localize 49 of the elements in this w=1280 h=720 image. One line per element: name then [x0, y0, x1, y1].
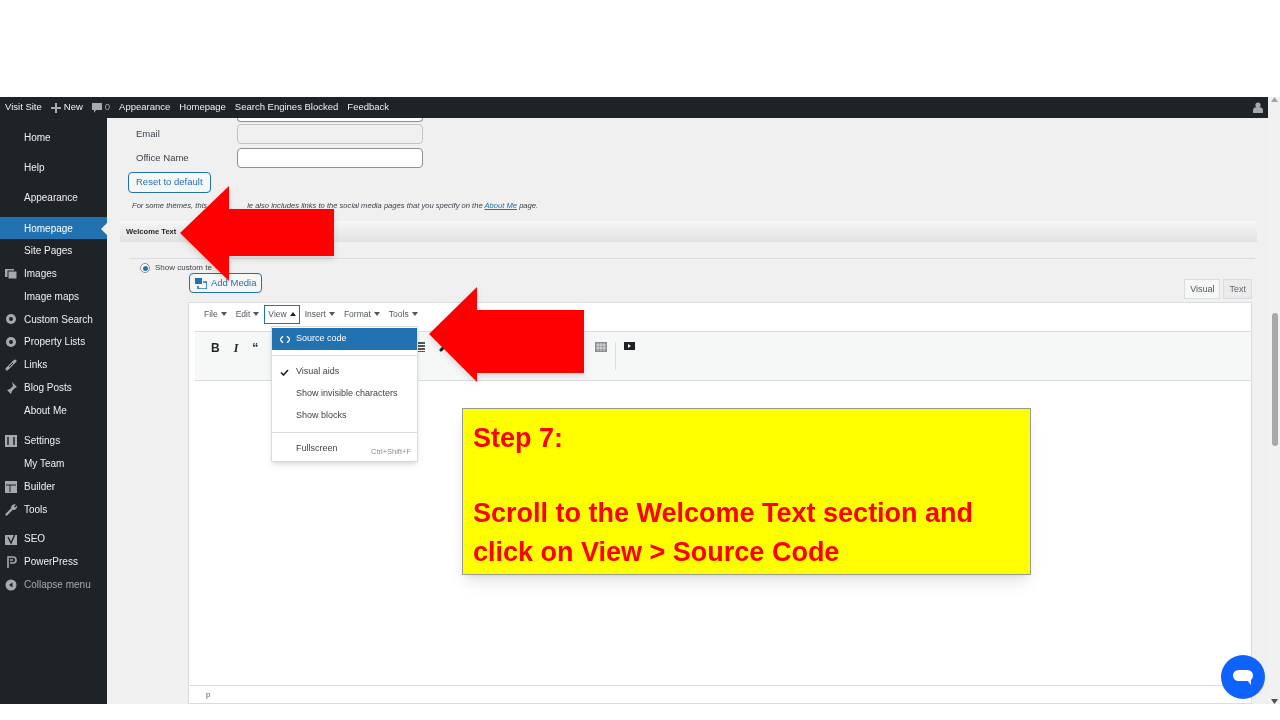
menu-button[interactable]: View — [264, 304, 300, 324]
sidebar-item[interactable]: Property Lists — [0, 330, 107, 353]
admin-bar-link[interactable]: Homepage — [179, 100, 226, 115]
collapse-menu-button[interactable]: Collapse menu — [0, 573, 107, 596]
sidebar-item[interactable]: Custom Search — [0, 308, 107, 330]
field-label: Office Name — [136, 150, 190, 165]
menu-button[interactable]: Format — [339, 304, 384, 324]
sidebar-item[interactable]: Links — [0, 353, 107, 376]
comment-count[interactable]: 0 — [104, 100, 111, 115]
menu-item[interactable]: Show blocks — [272, 405, 417, 427]
reset-button[interactable]: Reset to default — [128, 172, 211, 193]
sidebar-item[interactable]: Blog Posts — [0, 376, 107, 399]
element-path: p — [206, 688, 211, 701]
menu-item[interactable]: Source code — [272, 328, 417, 350]
menu-button[interactable]: File — [200, 304, 231, 324]
menu-button[interactable]: Tools — [384, 304, 422, 324]
admin-bar-link[interactable]: Visit Site — [5, 100, 42, 115]
editor-tab[interactable]: Text — [1223, 279, 1252, 300]
sidebar-item[interactable]: Homepage — [0, 217, 107, 239]
sidebar-item[interactable]: Help — [0, 152, 107, 182]
menu-item[interactable]: Show invisible characters — [272, 383, 417, 405]
sidebar-item[interactable]: Appearance — [0, 182, 107, 212]
sidebar-item[interactable]: Site Pages — [0, 239, 107, 262]
admin-bar-link[interactable]: Search Engines Blocked — [234, 100, 339, 115]
editor-tab[interactable]: Visual — [1184, 279, 1221, 300]
toolbar-button[interactable]: B — [211, 342, 220, 355]
menu-item[interactable]: Visual aids — [272, 361, 417, 383]
field-label: Email — [136, 126, 161, 141]
menu-button[interactable]: Insert — [300, 304, 339, 324]
sidebar-item[interactable]: My Team — [0, 452, 107, 475]
toolbar-button[interactable]: I — [233, 342, 239, 355]
sidebar-item[interactable]: Images — [0, 262, 107, 285]
sidebar-item[interactable]: Home — [0, 122, 107, 152]
admin-bar-link[interactable]: New — [63, 100, 83, 115]
sidebar-item[interactable]: Settings — [0, 429, 107, 452]
menu-button[interactable]: Edit — [231, 304, 264, 324]
sidebar-item[interactable]: Builder — [0, 475, 107, 498]
add-media-button[interactable]: Add Media — [189, 273, 263, 294]
admin-bar-link[interactable]: Feedback — [347, 100, 390, 115]
sidebar-item[interactable]: Tools — [0, 498, 107, 521]
sidebar-item[interactable]: SEO — [0, 527, 107, 550]
sidebar-item[interactable]: PowerPress — [0, 550, 107, 573]
sidebar-item[interactable]: About Me — [0, 399, 107, 422]
sidebar-item[interactable]: Image maps — [0, 285, 107, 308]
callout-text: Scroll to the Welcome Text section and click on View > Source Code — [473, 497, 975, 569]
callout-title: Step 7: — [473, 422, 565, 455]
radio-label: Show custom te — [155, 262, 212, 275]
toolbar-button[interactable]: “ — [252, 342, 259, 355]
admin-bar-link[interactable]: Appearance — [119, 100, 171, 115]
